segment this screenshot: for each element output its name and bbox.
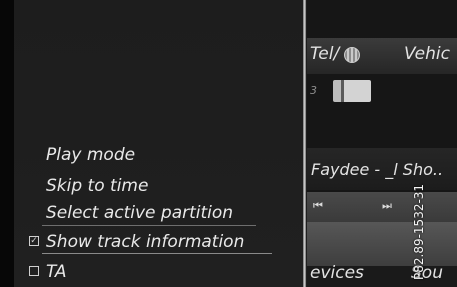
checkbox-unchecked-icon[interactable] bbox=[29, 266, 39, 276]
menu-item-show-track-information[interactable]: Show track information bbox=[46, 232, 244, 252]
menu-item-underline bbox=[42, 225, 256, 226]
media-source-number: 3 bbox=[310, 84, 317, 97]
tab-telephone[interactable]: Tel/ bbox=[310, 44, 339, 64]
usb-icon bbox=[333, 80, 371, 102]
tab-vehicle[interactable]: Vehic bbox=[404, 44, 450, 64]
left-edge-strip bbox=[0, 0, 14, 287]
menu-item-skip-to-time[interactable]: Skip to time bbox=[46, 176, 148, 196]
menu-item-select-active-partition[interactable]: Select active partition bbox=[46, 203, 233, 223]
menu-divider bbox=[303, 0, 306, 287]
screen: Tel/ Vehic 3 Faydee - _l Sho.. ⏮ ⏭ evice… bbox=[0, 0, 457, 287]
menu-item-play-mode[interactable]: Play mode bbox=[46, 145, 135, 165]
previous-track-icon[interactable]: ⏮ bbox=[313, 199, 323, 213]
menu-item-ta[interactable]: TA bbox=[46, 262, 66, 282]
bottom-band bbox=[306, 222, 457, 266]
image-reference-code: P82.89-1532-31 bbox=[412, 183, 426, 280]
globe-icon bbox=[344, 47, 360, 63]
next-track-icon[interactable]: ⏭ bbox=[382, 199, 392, 213]
checkbox-checked-icon[interactable]: ✓ bbox=[29, 236, 39, 246]
selected-item-underline bbox=[42, 253, 272, 254]
tab-devices[interactable]: evices bbox=[310, 263, 364, 283]
